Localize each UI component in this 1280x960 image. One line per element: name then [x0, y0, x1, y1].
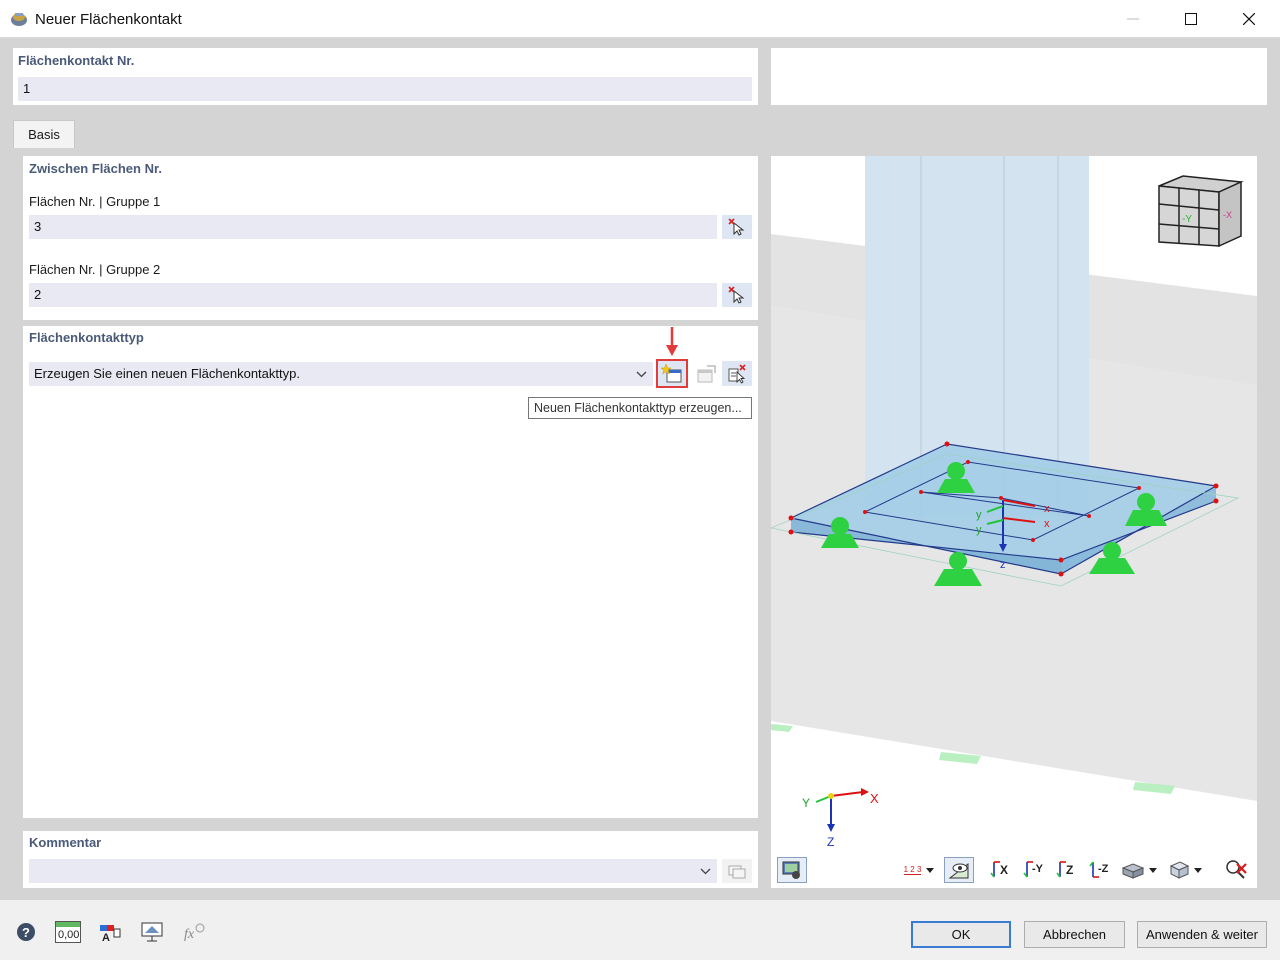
apply-next-button[interactable]: Anwenden & weiter	[1137, 921, 1267, 948]
view-x-label: X	[1000, 863, 1009, 877]
units-button[interactable]: 0,00	[54, 919, 82, 945]
display-settings-icon	[782, 861, 800, 879]
svg-text:fx: fx	[184, 927, 195, 942]
chevron-down-icon	[700, 868, 711, 875]
view-minus-z-label: -Z	[1098, 863, 1109, 875]
reset-view-button[interactable]	[1222, 857, 1250, 883]
comment-panel: Kommentar	[23, 831, 758, 888]
zoom-cancel-icon	[1226, 860, 1247, 879]
comment-title: Kommentar	[29, 835, 102, 850]
isometric-view-button[interactable]	[1118, 857, 1160, 883]
number-panel: Flächenkontakt Nr. 1	[13, 48, 758, 105]
pick-from-model-icon	[728, 363, 746, 384]
contact-type-selected: Erzeugen Sie einen neuen Flächenkontaktt…	[34, 366, 300, 381]
window-title: Neuer Flächenkontakt	[35, 11, 182, 28]
edit-contact-type-button[interactable]	[691, 361, 721, 386]
global-y-label: Y	[802, 796, 810, 810]
local-x-label-2: x	[1044, 518, 1050, 530]
info-panel	[771, 48, 1267, 105]
contact-type-title: Flächenkontakttyp	[29, 330, 144, 345]
comment-field[interactable]	[29, 859, 717, 883]
group1-label: Flächen Nr. | Gruppe 1	[29, 194, 161, 209]
chevron-down-icon	[1149, 867, 1157, 873]
color-settings-icon: A	[100, 925, 121, 943]
group2-label: Flächen Nr. | Gruppe 2	[29, 262, 161, 277]
number-label: Flächenkontakt Nr.	[18, 53, 135, 68]
arrow-down-icon	[666, 327, 678, 356]
title-bar: Neuer Flächenkontakt	[0, 0, 1280, 38]
local-z-label: z	[1000, 559, 1006, 571]
render-mode-button[interactable]	[1164, 857, 1206, 883]
chevron-down-icon	[636, 371, 647, 378]
between-surfaces-panel: Zwischen Flächen Nr. Flächen Nr. | Grupp…	[23, 156, 758, 320]
help-button[interactable]: ?	[12, 919, 40, 945]
close-button[interactable]	[1220, 0, 1278, 38]
ok-button[interactable]: OK	[911, 921, 1011, 948]
tab-basis[interactable]: Basis	[13, 120, 75, 148]
eye-icon	[948, 862, 969, 879]
comment-library-icon	[728, 865, 746, 879]
color-settings-button[interactable]: A	[96, 919, 124, 945]
numbering-label: 1 2 3	[903, 865, 922, 875]
pick-cursor-icon	[728, 286, 745, 304]
view-visibility-button[interactable]	[944, 857, 974, 883]
minimize-button[interactable]	[1104, 0, 1162, 38]
chevron-down-icon	[926, 867, 935, 873]
local-y-label: y	[976, 509, 982, 521]
svg-text:?: ?	[22, 925, 30, 940]
maximize-icon	[1185, 13, 1197, 25]
view-z-button[interactable]: Z	[1053, 857, 1081, 883]
group1-field[interactable]: 3	[29, 215, 717, 239]
local-x-label: x	[1044, 503, 1050, 515]
edit-item-icon	[697, 364, 716, 382]
isometric-view-icon	[1121, 863, 1145, 879]
comment-library-button[interactable]	[722, 859, 752, 883]
maximize-button[interactable]	[1162, 0, 1220, 38]
new-contact-type-button[interactable]	[656, 359, 688, 388]
render-cube-icon	[1169, 861, 1190, 879]
group2-field[interactable]: 2	[29, 283, 717, 307]
global-x-label: X	[870, 791, 879, 806]
cube-left-label: -Y	[1182, 214, 1192, 225]
formula-icon: fx	[184, 923, 205, 942]
pick-contact-type-button[interactable]	[722, 361, 752, 386]
model-viewport[interactable]: x x y y z X Y Z -Y -X	[771, 156, 1257, 888]
units-label: 0,00	[58, 929, 80, 941]
cube-right-label: -X	[1223, 210, 1232, 220]
minimize-icon	[1127, 18, 1139, 20]
view-x-button[interactable]: X	[987, 857, 1015, 883]
cancel-button[interactable]: Abbrechen	[1024, 921, 1125, 948]
view-minus-y-label: -Y	[1032, 863, 1043, 875]
view-cube[interactable]: -Y -X	[1158, 175, 1244, 248]
between-surfaces-title: Zwischen Flächen Nr.	[29, 161, 162, 176]
contact-type-select[interactable]: Erzeugen Sie einen neuen Flächenkontaktt…	[29, 362, 653, 386]
units-icon: 0,00	[55, 921, 81, 943]
group2-pick-button[interactable]	[722, 283, 752, 307]
display-settings-button[interactable]	[777, 857, 807, 883]
svg-text:A: A	[102, 932, 110, 943]
local-y-label-2: y	[976, 524, 982, 536]
tooltip: Neuen Flächenkontakttyp erzeugen...	[528, 397, 752, 419]
model-view: x x y y z X Y Z -Y -X	[771, 156, 1257, 849]
chevron-down-icon	[1194, 867, 1202, 873]
number-field[interactable]: 1	[18, 77, 752, 101]
global-z-label: Z	[827, 835, 834, 849]
new-item-icon	[661, 363, 682, 382]
help-icon: ?	[17, 923, 35, 941]
close-icon	[1243, 13, 1255, 25]
view-z-label: Z	[1066, 863, 1074, 877]
formula-button[interactable]: fx	[180, 919, 208, 945]
monitor-icon	[141, 922, 163, 942]
view-minus-y-button[interactable]: -Y	[1020, 857, 1048, 883]
app-icon	[11, 13, 27, 26]
numbering-button[interactable]: 1 2 3	[898, 857, 940, 883]
view-settings-button[interactable]	[138, 919, 166, 945]
view-minus-z-button[interactable]: -Z	[1086, 857, 1114, 883]
pick-cursor-icon	[728, 218, 745, 236]
group1-pick-button[interactable]	[722, 215, 752, 239]
